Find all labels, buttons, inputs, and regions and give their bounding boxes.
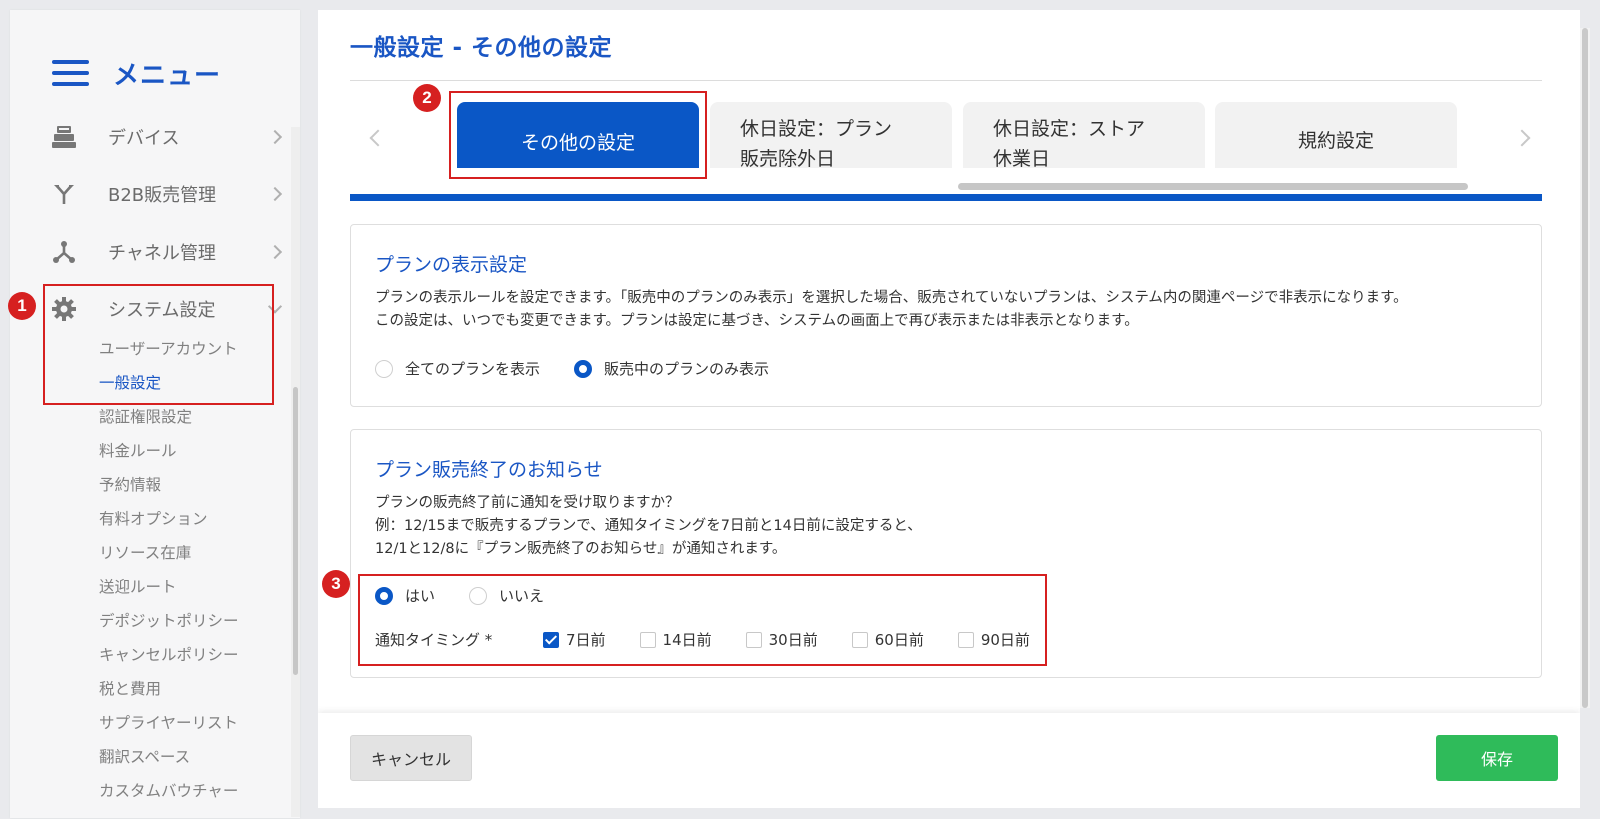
- network-icon: [50, 238, 78, 266]
- main-scrollbar[interactable]: [1580, 28, 1590, 708]
- tab-scroll-left-icon[interactable]: [369, 129, 387, 147]
- sidebar-sub-supplier-list[interactable]: サプライヤーリスト: [99, 712, 238, 734]
- main-scrollbar-thumb[interactable]: [1582, 28, 1588, 708]
- sidebar: メニュー デバイス B2B販売管理 チャネル管理 システム設定 ユーザーアカウン…: [10, 10, 300, 818]
- cash-register-icon: [50, 123, 78, 151]
- tab-label: 規約設定: [1297, 130, 1374, 152]
- page-title: 一般設定 - その他の設定: [350, 35, 613, 61]
- plan-end-desc3: 12/1と12/8に『プラン販売終了のお知らせ』が通知されます。: [375, 541, 787, 557]
- tab-label-line2: 販売除外日: [740, 148, 836, 170]
- menu-title: メニュー: [113, 60, 222, 91]
- plan-end-desc1: プランの販売終了前に通知を受け取りますか？: [375, 495, 680, 511]
- annotation-badge-2: 2: [413, 84, 441, 112]
- plan-display-desc1: プランの表示ルールを設定できます。「販売中のプランのみ表示」を選択した場合、販売…: [375, 290, 1408, 306]
- tab-holiday-store[interactable]: 休日設定：ストア 休業日: [963, 102, 1205, 170]
- tab-underline: [350, 194, 1542, 201]
- annotation-badge-3: 3: [322, 570, 350, 598]
- title-divider: [350, 80, 1542, 81]
- sidebar-sub-custom-voucher[interactable]: カスタムバウチャー: [99, 780, 238, 802]
- hamburger-menu-icon[interactable]: [52, 60, 89, 86]
- highlight-box-1: [43, 284, 274, 405]
- sidebar-sub-resource-stock[interactable]: リソース在庫: [99, 542, 191, 564]
- sidebar-sub-cancel-policy[interactable]: キャンセルポリシー: [99, 644, 239, 666]
- tab-label-line2: 休業日: [993, 148, 1051, 170]
- sidebar-item-label: B2B販売管理: [108, 185, 217, 206]
- annotation-badge-1: 1: [8, 292, 36, 320]
- radio-show-all-label[interactable]: 全てのプランを表示: [405, 358, 540, 379]
- tab-scroll-right-icon[interactable]: [1513, 129, 1531, 147]
- tab-label-line1: 休日設定：プラン: [740, 118, 893, 140]
- tab-partial[interactable]: ）: [396, 102, 407, 168]
- menu-header[interactable]: メニュー: [52, 50, 221, 96]
- sidebar-sub-tax-fees[interactable]: 税と費用: [99, 678, 161, 700]
- radio-show-all[interactable]: [375, 359, 393, 378]
- plan-display-card: プランの表示設定 プランの表示ルールを設定できます。「販売中のプランのみ表示」を…: [350, 224, 1542, 407]
- highlight-box-2: [449, 91, 707, 179]
- sidebar-sub-paid-options[interactable]: 有料オプション: [99, 508, 208, 530]
- sidebar-sub-translation-space[interactable]: 翻訳スペース: [99, 746, 190, 768]
- sidebar-item-device[interactable]: デバイス: [50, 117, 283, 157]
- cancel-button[interactable]: キャンセル: [350, 735, 472, 781]
- chevron-right-icon: [267, 129, 283, 145]
- tab-terms[interactable]: 規約設定: [1215, 102, 1457, 168]
- tab-label-line1: 休日設定：ストア: [993, 118, 1146, 140]
- sidebar-item-b2b[interactable]: B2B販売管理: [50, 174, 283, 214]
- radio-show-selling-label[interactable]: 販売中のプランのみ表示: [604, 358, 769, 379]
- sidebar-sub-transfer-routes[interactable]: 送迎ルート: [99, 576, 177, 598]
- sidebar-scrollbar-thumb[interactable]: [293, 387, 298, 675]
- radio-show-selling[interactable]: [574, 359, 593, 378]
- chevron-right-icon: [267, 186, 283, 202]
- sidebar-sub-booking-info[interactable]: 予約情報: [99, 474, 161, 496]
- sidebar-item-label: チャネル管理: [108, 243, 216, 264]
- sidebar-sub-auth-permissions[interactable]: 認証権限設定: [99, 406, 192, 428]
- chevron-right-icon: [267, 244, 283, 260]
- tab-label: 休日設定：ストア 休業日: [993, 114, 1145, 174]
- plan-display-title: プランの表示設定: [375, 254, 528, 276]
- highlight-box-3: [358, 574, 1047, 666]
- sidebar-scrollbar[interactable]: [291, 127, 300, 817]
- sidebar-sub-pricing-rules[interactable]: 料金ルール: [99, 440, 177, 462]
- plan-display-radio-group: 全てのプランを表示 販売中のプランのみ表示: [375, 358, 803, 379]
- sidebar-item-label: デバイス: [108, 128, 180, 149]
- plan-end-title: プラン販売終了のお知らせ: [375, 459, 603, 481]
- sidebar-item-channel[interactable]: チャネル管理: [50, 232, 283, 272]
- sidebar-sub-deposit-policy[interactable]: デポジットポリシー: [99, 610, 239, 632]
- tab-holiday-plan[interactable]: 休日設定：プラン 販売除外日: [710, 102, 952, 170]
- plan-display-desc2: この設定は、いつでも変更できます。プランは設定に基づき、システムの画面上で再び表…: [375, 313, 1139, 329]
- tab-label: 休日設定：プラン 販売除外日: [740, 114, 892, 174]
- split-arrows-icon: [50, 180, 78, 208]
- footer-bar: キャンセル 保存: [318, 713, 1580, 808]
- tab-scrollbar[interactable]: [958, 183, 1468, 190]
- plan-end-desc2: 例：12/15まで販売するプランで、通知タイミングを7日前と14日前に設定すると…: [375, 518, 922, 534]
- save-button[interactable]: 保存: [1436, 735, 1558, 781]
